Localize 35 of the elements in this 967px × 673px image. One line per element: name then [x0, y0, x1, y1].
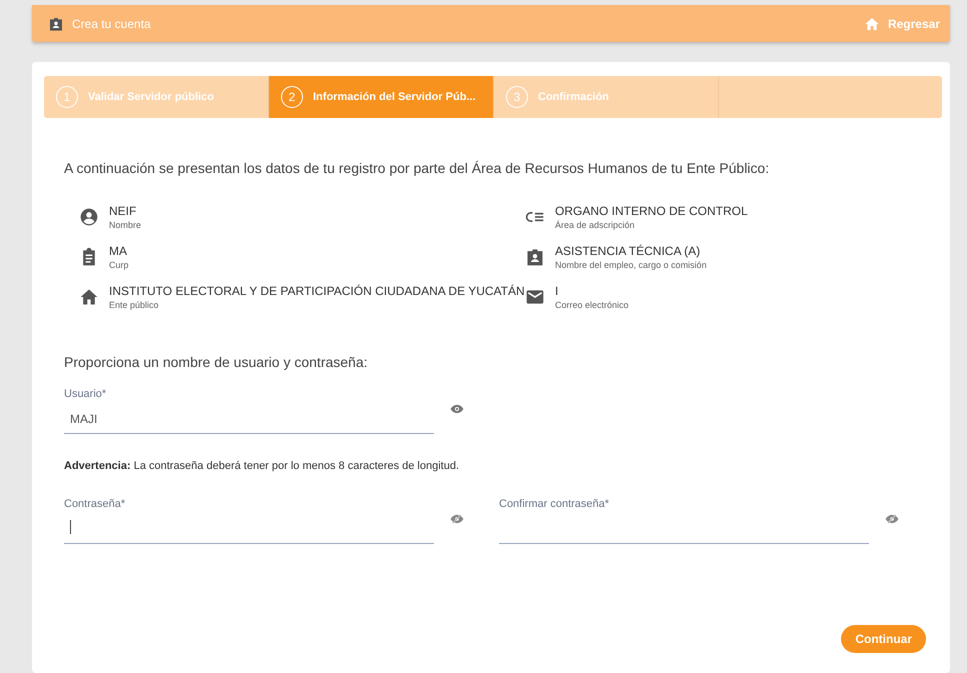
info-value: INSTITUTO ELECTORAL Y DE PARTICIPACIÓN CIUDADANA DE YUCATÁN [109, 284, 525, 298]
continue-button[interactable]: Continuar [841, 625, 926, 653]
info-value: MA [109, 244, 128, 258]
intro-text: A continuación se presentan los datos de tu registro por parte del Área de Recursos Humanos de tu Ente Público: [64, 160, 770, 176]
text-field[interactable]: Contraseña* [64, 498, 434, 544]
field-value: MAJI [69, 412, 98, 426]
info-label: Ente público [109, 300, 160, 310]
field-label: Usuario* [64, 388, 108, 400]
eye-slash-icon[interactable] [885, 513, 899, 525]
step-tab[interactable]: 3 Confirmación [494, 76, 719, 118]
header-title: Crea tu cuenta [72, 16, 151, 30]
info-label: Nombre [109, 220, 142, 230]
info-value: NEIF [109, 204, 138, 218]
info-value: ORGANO INTERNO DE CONTROL [555, 204, 748, 218]
warning-text: Advertencia: La contraseña deberá tener por lo menos 8 caracteres de longitud. [64, 460, 460, 472]
back-link[interactable]: Regresar [864, 16, 940, 32]
text-field[interactable]: Confirmar contraseña* [499, 498, 869, 544]
info-label: Área de adscripción [555, 220, 636, 230]
info-value: ASISTENCIA TÉCNICA (A) [555, 244, 702, 258]
info-label: Correo electrónico [555, 300, 629, 310]
field-label: Confirmar contraseña* [499, 498, 610, 510]
account-icon [48, 16, 64, 32]
eye-slash-icon[interactable] [450, 513, 464, 525]
id-badge-icon [525, 247, 545, 267]
field-label: Contraseña* [64, 498, 126, 510]
info-value: I [555, 284, 560, 298]
credentials-prompt: Proporciona un nombre de usuario y contraseña: [64, 354, 369, 370]
person-icon [79, 207, 99, 227]
eye-icon[interactable] [450, 403, 464, 415]
info-label: Curp [109, 260, 129, 270]
home-icon [864, 16, 880, 32]
home-icon [79, 287, 99, 307]
text-field[interactable]: Usuario* MAJI [64, 388, 434, 434]
step-tab[interactable]: 2 Información del Servidor Púb... [269, 76, 494, 118]
info-label: Nombre del empleo, cargo o comisión [555, 260, 707, 270]
